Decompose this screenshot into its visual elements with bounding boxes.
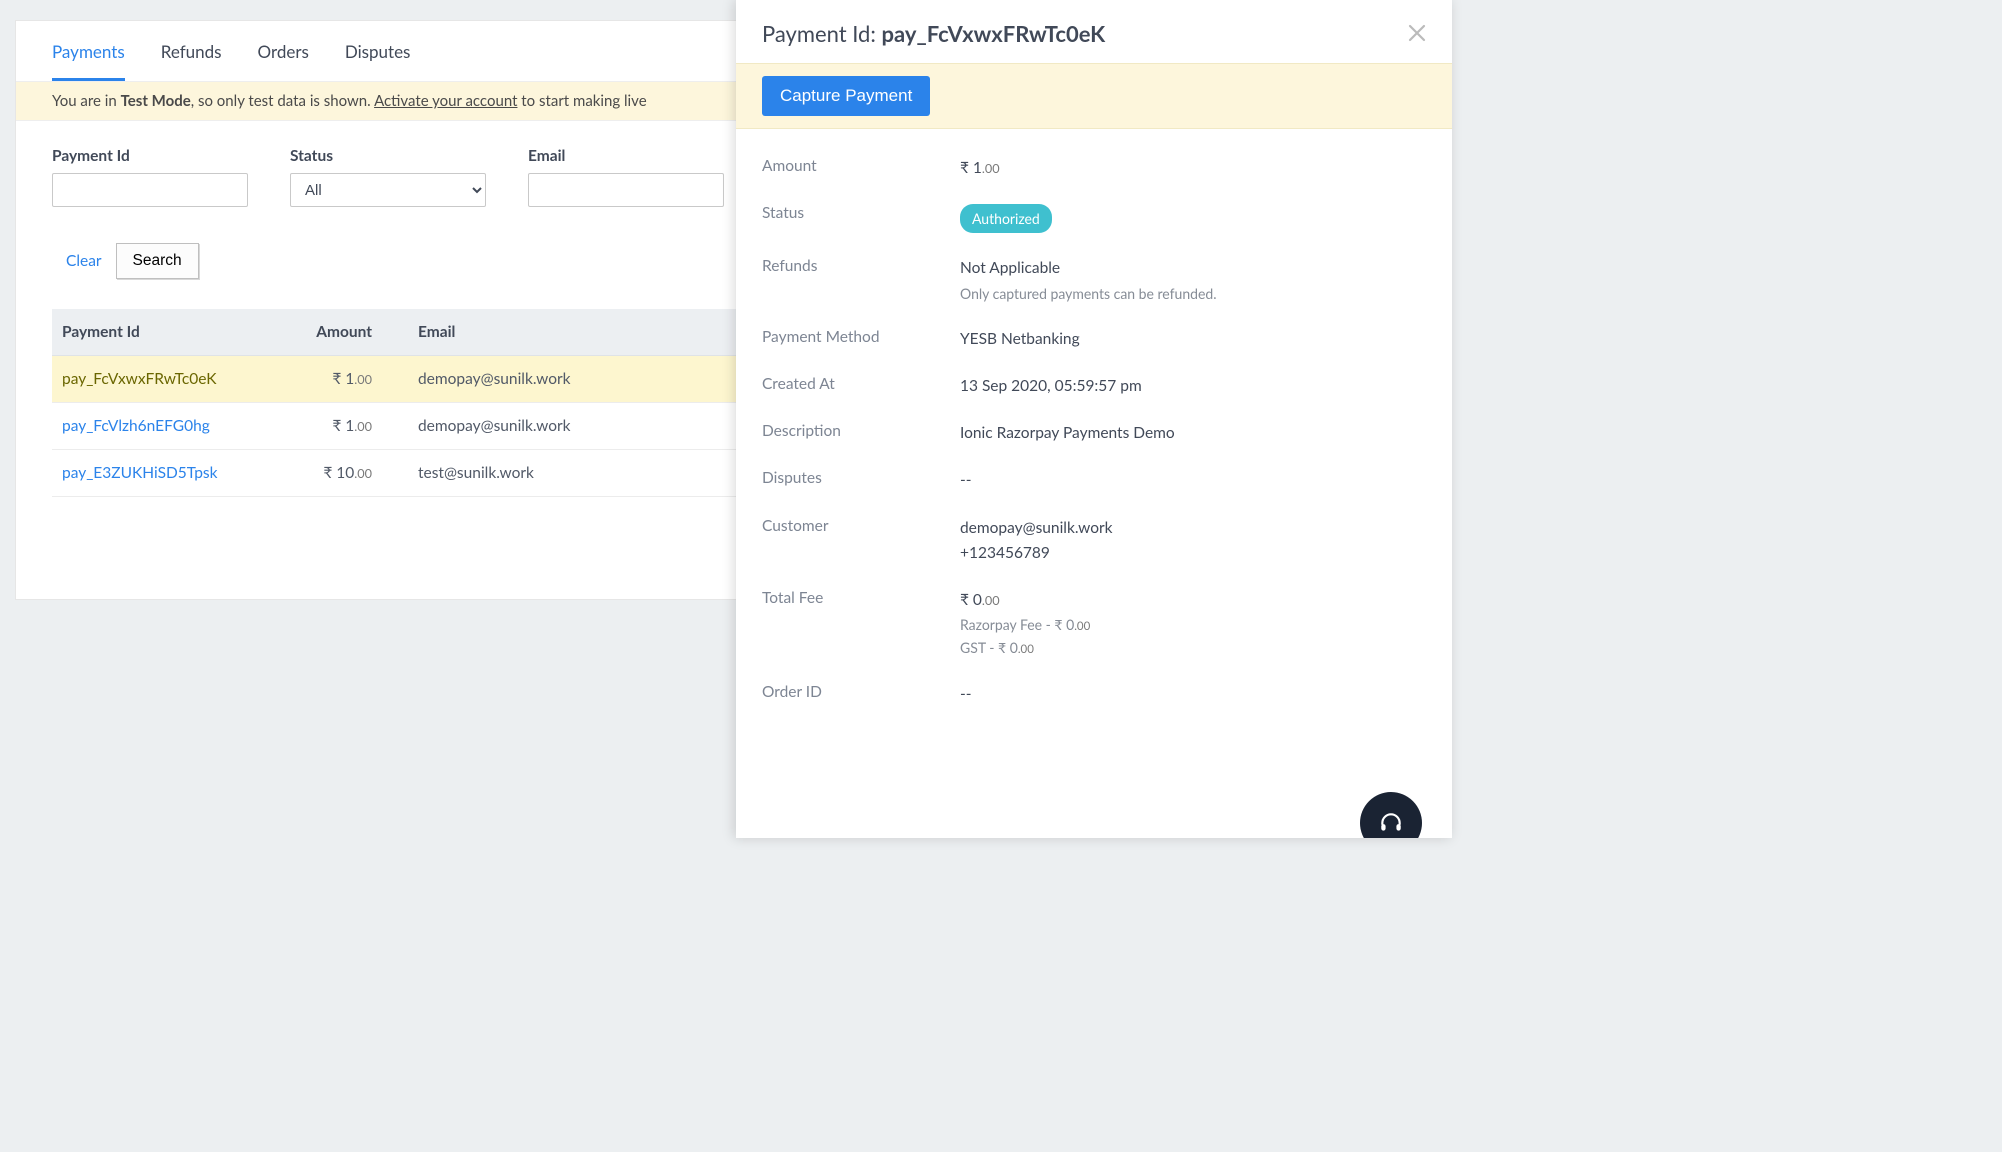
fee-label: Total Fee <box>762 589 960 659</box>
test-mode-bold: Test Mode <box>121 92 191 110</box>
col-amount: Amount <box>282 309 382 356</box>
tab-payments[interactable]: Payments <box>52 21 125 81</box>
payment-detail-drawer: Payment Id: pay_FcVxwxFRwTc0eK Capture P… <box>736 0 1452 838</box>
email-label: Email <box>528 147 724 165</box>
customer-label: Customer <box>762 517 960 566</box>
tab-refunds[interactable]: Refunds <box>161 21 222 81</box>
amount-cell: ₹ 1.00 <box>282 403 382 450</box>
drawer-title: Payment Id: pay_FcVxwxFRwTc0eK <box>762 20 1105 47</box>
payment-id-label: Payment Id <box>52 147 248 165</box>
clear-link[interactable]: Clear <box>66 252 102 270</box>
close-icon[interactable] <box>1408 20 1426 47</box>
test-mode-mid: , so only test data is shown. <box>191 92 374 110</box>
description-value: Ionic Razorpay Payments Demo <box>960 422 1175 445</box>
payment-id-input[interactable] <box>52 173 248 207</box>
col-payment-id: Payment Id <box>52 309 282 356</box>
status-label: Status <box>290 147 486 165</box>
amount-label: Amount <box>762 157 960 180</box>
help-fab[interactable] <box>1360 792 1422 838</box>
activate-account-link[interactable]: Activate your account <box>374 92 517 110</box>
description-label: Description <box>762 422 960 445</box>
customer-value: demopay@sunilk.work +123456789 <box>960 517 1113 566</box>
disputes-label: Disputes <box>762 469 960 492</box>
amount-cell: ₹ 1.00 <box>282 356 382 403</box>
status-badge: Authorized <box>960 204 1052 233</box>
disputes-value: -- <box>960 469 972 492</box>
tab-disputes[interactable]: Disputes <box>345 21 411 81</box>
test-mode-prefix: You are in <box>52 92 121 110</box>
refunds-value: Not Applicable Only captured payments ca… <box>960 257 1217 303</box>
method-value: YESB Netbanking <box>960 328 1080 351</box>
fee-value: ₹ 0.00 Razorpay Fee - ₹ 0.00 GST - ₹ 0.0… <box>960 589 1090 659</box>
order-value: -- <box>960 683 972 706</box>
status-detail-label: Status <box>762 204 960 233</box>
payment-id-cell[interactable]: pay_E3ZUKHiSD5Tpsk <box>52 450 282 497</box>
refunds-label: Refunds <box>762 257 960 303</box>
detail-rows: Amount ₹ 1.00 Status Authorized Refunds … <box>736 129 1452 778</box>
method-label: Payment Method <box>762 328 960 351</box>
tab-orders[interactable]: Orders <box>258 21 309 81</box>
email-input[interactable] <box>528 173 724 207</box>
search-button[interactable]: Search <box>116 243 199 279</box>
capture-payment-button[interactable]: Capture Payment <box>762 76 930 116</box>
payment-id-cell[interactable]: pay_FcVxwxFRwTc0eK <box>52 356 282 403</box>
amount-cell: ₹ 10.00 <box>282 450 382 497</box>
headset-icon <box>1378 810 1404 836</box>
test-mode-suffix: to start making live <box>517 92 646 110</box>
payment-id-cell[interactable]: pay_FcVlzh6nEFG0hg <box>52 403 282 450</box>
amount-value: ₹ 1.00 <box>960 157 1000 180</box>
created-value: 13 Sep 2020, 05:59:57 pm <box>960 375 1142 398</box>
created-label: Created At <box>762 375 960 398</box>
order-label: Order ID <box>762 683 960 706</box>
status-select[interactable]: All <box>290 173 486 207</box>
